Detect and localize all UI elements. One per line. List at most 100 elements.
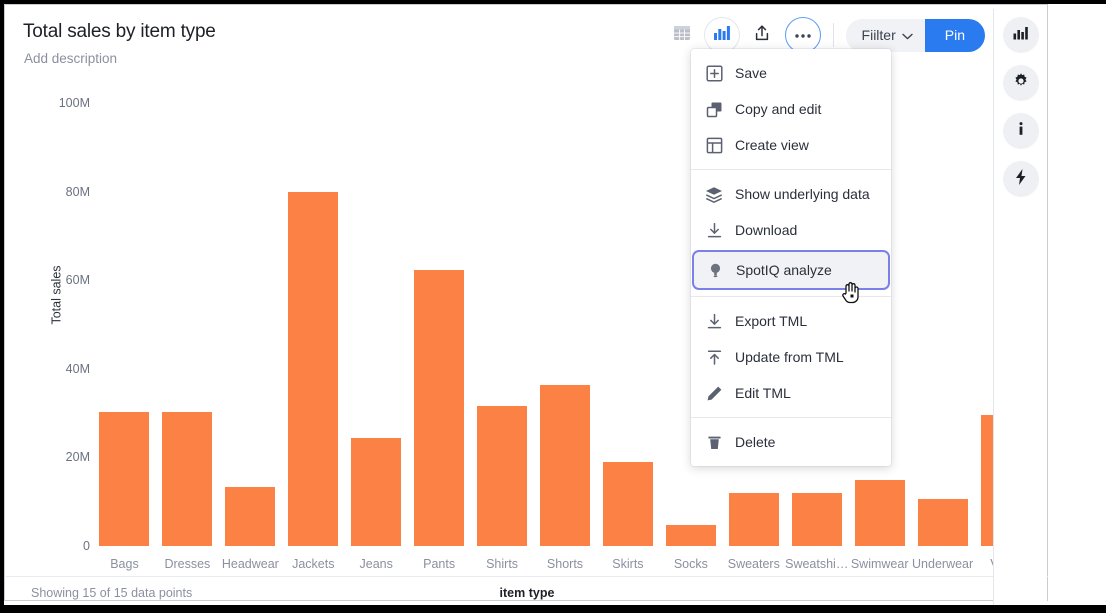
toolbar: Fiilter Pin xyxy=(665,17,985,53)
bolt-icon xyxy=(1012,168,1030,191)
upload-icon xyxy=(705,348,723,366)
pencil-icon xyxy=(705,384,723,402)
bar[interactable] xyxy=(99,412,149,546)
sidebar-item-settings[interactable] xyxy=(1003,65,1039,101)
bar[interactable] xyxy=(414,270,464,546)
menu-item-label: Edit TML xyxy=(735,385,791,401)
menu-item-label: Download xyxy=(735,222,797,238)
share-button[interactable] xyxy=(745,18,779,52)
download-icon xyxy=(705,221,723,239)
bar[interactable] xyxy=(666,525,716,546)
menu-item-delete[interactable]: Delete xyxy=(691,424,891,460)
x-axis-title: item type xyxy=(5,586,1049,600)
right-sidebar xyxy=(993,9,1047,606)
bar[interactable] xyxy=(918,499,968,546)
pin-button[interactable]: Pin xyxy=(925,19,985,52)
menu-item-label: Save xyxy=(735,65,767,81)
menu-item-label: SpotIQ analyze xyxy=(736,262,832,278)
bar[interactable] xyxy=(288,192,338,546)
bar-chart-icon xyxy=(1012,24,1029,46)
frame-top-edge xyxy=(0,0,1106,4)
table-icon xyxy=(673,24,691,47)
x-axis-tick-label: Pants xyxy=(423,557,455,571)
y-axis-tick-label: 80M xyxy=(66,185,90,199)
bar[interactable] xyxy=(792,493,842,546)
more-options-button[interactable] xyxy=(785,17,821,53)
bar[interactable] xyxy=(225,487,275,546)
x-axis-tick-label: Dresses xyxy=(164,557,210,571)
download-icon xyxy=(705,312,723,330)
x-axis-tick-label: Underwear xyxy=(912,557,973,571)
menu-item-copy-and-edit[interactable]: Copy and edit xyxy=(691,91,891,127)
plus-box-icon xyxy=(705,64,723,82)
bar[interactable] xyxy=(855,480,905,546)
bar[interactable] xyxy=(477,406,527,546)
y-axis-tick-label: 0 xyxy=(83,539,90,553)
y-axis-tick-label: 20M xyxy=(66,450,90,464)
chart-view-button[interactable] xyxy=(705,18,739,52)
x-axis-tick-label: Sweatshi… xyxy=(785,557,848,571)
table-grid-icon xyxy=(705,136,723,154)
chevron-down-icon xyxy=(902,27,913,43)
menu-item-export-tml[interactable]: Export TML xyxy=(691,303,891,339)
pin-label: Pin xyxy=(945,27,965,43)
info-icon xyxy=(1012,120,1030,143)
filter-button[interactable]: Fiilter xyxy=(846,19,925,52)
menu-item-create-view[interactable]: Create view xyxy=(691,127,891,163)
bar[interactable] xyxy=(351,438,401,546)
more-horizontal-icon xyxy=(794,26,812,44)
sidebar-item-spotiq[interactable] xyxy=(1003,161,1039,197)
table-view-button[interactable] xyxy=(665,18,699,52)
bar-series xyxy=(93,5,1037,602)
filter-label: Fiilter xyxy=(862,27,896,43)
menu-item-label: Show underlying data xyxy=(735,186,870,202)
menu-item-label: Delete xyxy=(735,434,775,450)
share-icon xyxy=(753,24,771,47)
menu-item-update-from-tml[interactable]: Update from TML xyxy=(691,339,891,375)
menu-item-label: Update from TML xyxy=(735,349,844,365)
x-axis-tick-label: Skirts xyxy=(612,557,643,571)
x-axis-tick-label: Shirts xyxy=(486,557,518,571)
copy-icon xyxy=(705,100,723,118)
toolbar-divider xyxy=(833,23,834,47)
x-axis-tick-label: Jeans xyxy=(360,557,393,571)
sidebar-item-info[interactable] xyxy=(1003,113,1039,149)
bar[interactable] xyxy=(603,462,653,546)
frame-left-edge xyxy=(0,0,4,613)
answer-card: Total sales by item type Add description xyxy=(4,4,1048,601)
filter-pin-group: Fiilter Pin xyxy=(846,19,985,52)
x-axis-tick-label: Swimwear xyxy=(851,557,909,571)
frame-bottom-edge xyxy=(0,605,1106,613)
menu-item-edit-tml[interactable]: Edit TML xyxy=(691,375,891,411)
bar-chart-icon xyxy=(713,24,730,46)
menu-item-download[interactable]: Download xyxy=(691,212,891,248)
x-axis-tick-label: Socks xyxy=(674,557,708,571)
screenshot-root: Total sales by item type Add description xyxy=(0,0,1106,613)
sidebar-item-chart-config[interactable] xyxy=(1003,17,1039,53)
footer-divider xyxy=(6,576,1048,577)
x-axis-tick-label: Bags xyxy=(110,557,139,571)
y-axis-ticks: 020M40M60M80M100M xyxy=(35,5,90,602)
page-title: Total sales by item type xyxy=(23,21,216,43)
menu-separator xyxy=(691,169,891,170)
y-axis-tick-label: 40M xyxy=(66,362,90,376)
bar[interactable] xyxy=(162,412,212,546)
bar[interactable] xyxy=(540,385,590,546)
menu-item-label: Create view xyxy=(735,137,809,153)
x-axis-ticks: Bags Dresses Headwear Jackets Jeans Pants Shir… xyxy=(93,551,1037,571)
y-axis-tick-label: 100M xyxy=(59,96,90,110)
trash-icon xyxy=(705,433,723,451)
lightbulb-icon xyxy=(706,261,724,279)
x-axis-tick-label: Sweaters xyxy=(728,557,780,571)
y-axis-title: Total sales xyxy=(50,265,64,324)
layers-icon xyxy=(705,185,723,203)
x-axis-tick-label: Jackets xyxy=(292,557,334,571)
description-placeholder[interactable]: Add description xyxy=(24,51,117,66)
x-axis-tick-label: Headwear xyxy=(222,557,279,571)
menu-item-save[interactable]: Save xyxy=(691,55,891,91)
bar[interactable] xyxy=(729,493,779,546)
gear-icon xyxy=(1012,72,1030,95)
menu-item-spotiq-analyze[interactable]: SpotIQ analyze xyxy=(692,250,890,290)
more-options-menu: Save Copy and edit Create view Show underly… xyxy=(691,49,891,466)
menu-item-show-underlying-data[interactable]: Show underlying data xyxy=(691,176,891,212)
